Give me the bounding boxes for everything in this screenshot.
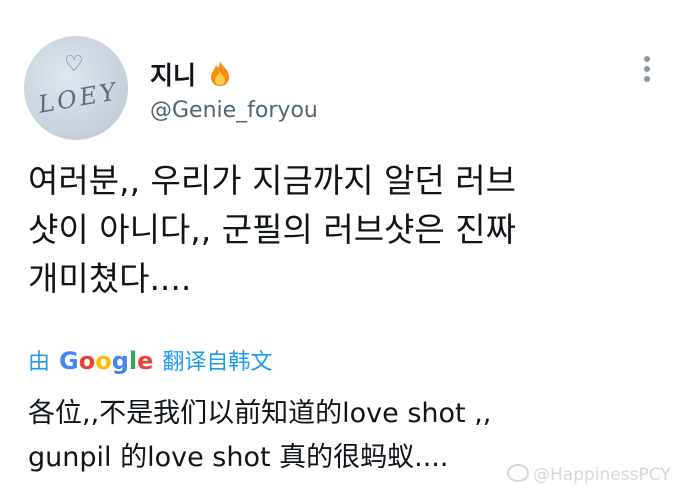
weibo-watermark: @HappinessPCY <box>507 464 671 485</box>
translated-by-google[interactable]: 由 Google 翻译自韩文 <box>28 344 272 376</box>
weibo-logo-icon <box>507 464 529 482</box>
translate-suffix: 翻译自韩文 <box>162 350 273 375</box>
display-name-text[interactable]: 지니 <box>150 61 196 90</box>
more-vertical-icon[interactable] <box>636 54 658 84</box>
display-name[interactable]: 지니 <box>150 56 233 93</box>
avatar-text-drawing: LOEY <box>36 77 121 119</box>
fire-icon <box>207 59 233 93</box>
avatar-heart-drawing: ♡ <box>64 52 84 77</box>
google-logo-icon: Google <box>59 347 154 375</box>
tweet-text: 여러분,, 우리가 지금까지 알던 러브 샷이 아니다,, 군필의 러브샷은 진… <box>28 161 516 298</box>
user-handle[interactable]: @Genie_foryou <box>150 98 318 123</box>
watermark-text: @HappinessPCY <box>533 465 671 485</box>
translate-prefix: 由 <box>28 350 51 375</box>
user-avatar[interactable]: ♡ LOEY <box>24 36 128 140</box>
